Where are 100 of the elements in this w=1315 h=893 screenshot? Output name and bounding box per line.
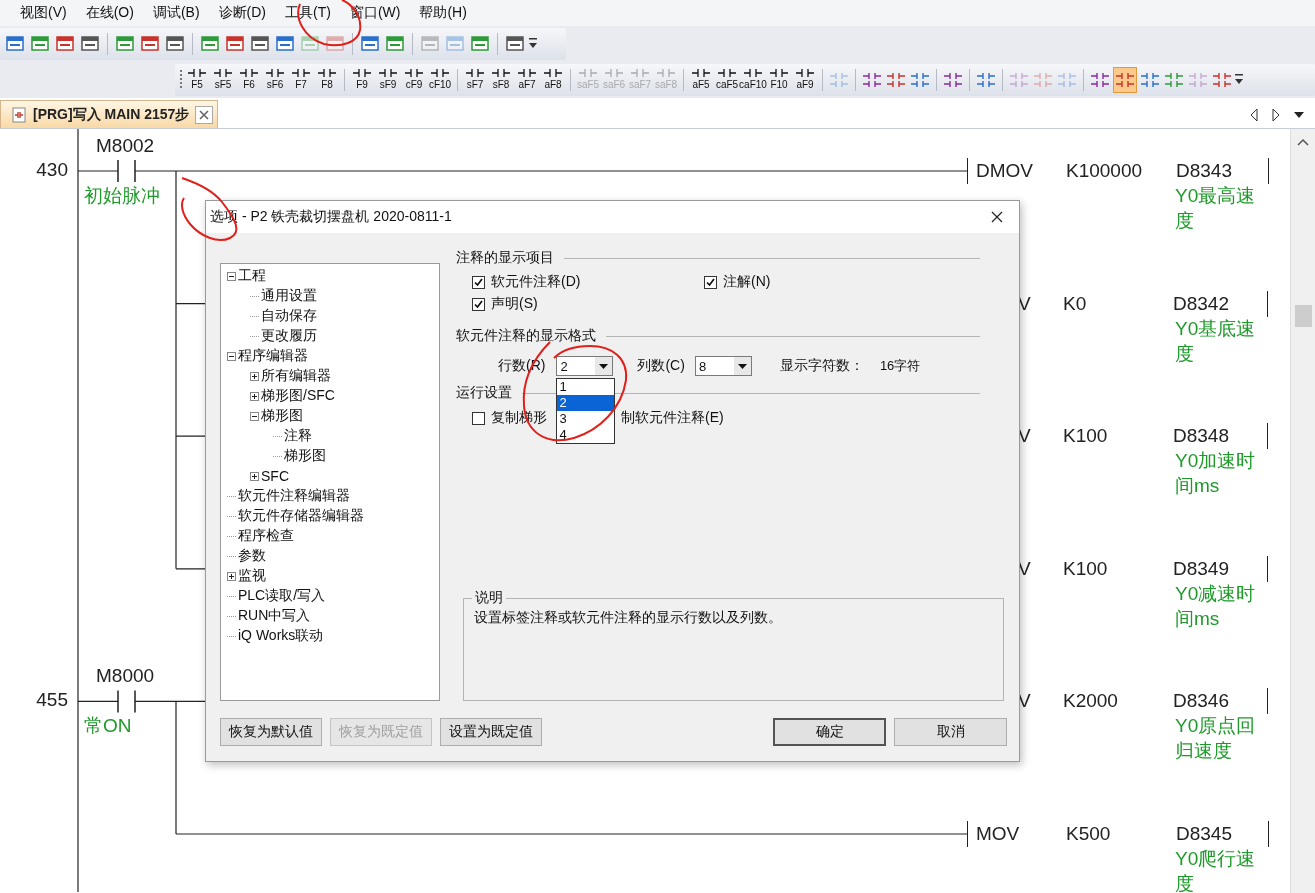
contact-symbol-icon: [605, 68, 623, 78]
window-icon: [200, 35, 220, 53]
collapse-icon[interactable]: [227, 271, 236, 281]
dropdown-option[interactable]: 2: [557, 395, 615, 411]
checkbox[interactable]: [472, 297, 485, 311]
dialog-button[interactable]: 确定: [773, 718, 886, 746]
checkbox[interactable]: [472, 411, 485, 425]
tree-item[interactable]: 软元件存储器编辑器: [238, 507, 364, 525]
tree-item[interactable]: PLC读取/写入: [238, 587, 326, 605]
dialog-button[interactable]: 恢复为默认值: [220, 718, 322, 746]
ladder-key-button[interactable]: F9: [350, 66, 374, 94]
checkbox-label[interactable]: 制软元件注释(E): [621, 409, 724, 427]
close-icon: [991, 211, 1003, 223]
operand: D8345: [1176, 823, 1232, 845]
ladder-icon: [1009, 71, 1029, 89]
tree-item[interactable]: 梯形图: [261, 407, 303, 425]
dropdown-option[interactable]: 4: [557, 427, 615, 443]
ladder-key-button[interactable]: F5: [185, 66, 209, 94]
group-heading: 运行设置: [456, 384, 512, 402]
ladder-key-button[interactable]: aF8: [541, 66, 565, 94]
tree-item[interactable]: 参数: [238, 547, 266, 565]
tree-item[interactable]: 程序检查: [238, 527, 294, 545]
device-comment: 初始脉冲: [84, 184, 160, 208]
step-number: 430: [35, 159, 68, 181]
checkbox-label[interactable]: 软元件注释(D): [491, 273, 581, 291]
tree-item[interactable]: RUN中写入: [238, 607, 311, 625]
dropdown-field[interactable]: 8: [694, 356, 752, 376]
ladder-key-button[interactable]: caF10: [741, 66, 765, 94]
tree-item[interactable]: 工程: [238, 267, 266, 285]
ladder-key-button[interactable]: aF5: [689, 66, 713, 94]
collapse-icon[interactable]: [250, 411, 259, 421]
operand: K100000: [1066, 160, 1144, 182]
contact-symbol-icon: [431, 68, 449, 78]
tree-item[interactable]: 程序编辑器: [238, 347, 308, 365]
ladder-icon: [910, 71, 930, 89]
scrollbar[interactable]: [1290, 129, 1315, 893]
tree-item[interactable]: 注释: [284, 427, 312, 445]
caret-icon: [595, 357, 613, 375]
window-icon: [55, 35, 75, 53]
window-icon: [445, 35, 465, 53]
expand-icon[interactable]: [250, 371, 259, 381]
ladder-key-button[interactable]: sF6: [263, 66, 287, 94]
contact-symbol-icon: [266, 68, 284, 78]
document-tab[interactable]: [PRG]写入 MAIN 2157步: [0, 100, 219, 128]
close-icon: [195, 105, 214, 124]
tree-item[interactable]: 所有编辑器: [261, 367, 331, 385]
dialog-button[interactable]: 取消: [894, 718, 1007, 746]
ladder-icon: [943, 71, 963, 89]
operand: D8348: [1173, 425, 1229, 448]
contact-symbol-icon: [692, 68, 710, 78]
tree-item[interactable]: 更改履历: [261, 327, 317, 345]
collapse-icon[interactable]: [227, 351, 236, 361]
tree-item[interactable]: SFC: [261, 468, 289, 484]
ladder-key-button[interactable]: F6: [237, 66, 261, 94]
operand: K0: [1063, 292, 1088, 315]
ladder-key-button[interactable]: aF7: [515, 66, 539, 94]
dropdown-option[interactable]: 1: [557, 379, 615, 395]
ladder-key-button[interactable]: aF9: [793, 66, 817, 94]
menu-item[interactable]: 诊断(D): [218, 3, 266, 23]
ladder-key-button[interactable]: caF5: [715, 66, 739, 94]
scroll-thumb[interactable]: [1294, 305, 1312, 327]
ladder-key-button[interactable]: F10: [767, 66, 791, 94]
window-icon: [140, 35, 160, 53]
expand-icon[interactable]: [227, 571, 236, 581]
ladder-key-button[interactable]: cF9: [402, 66, 426, 94]
operand: D8349: [1173, 557, 1229, 580]
checkbox[interactable]: [472, 275, 485, 289]
tree-item[interactable]: 梯形图: [284, 447, 326, 465]
operand: D8346: [1173, 690, 1229, 713]
menu-item[interactable]: 调试(B): [152, 3, 200, 23]
checkbox-label[interactable]: 声明(S): [491, 295, 538, 313]
tree-item[interactable]: 软元件注释编辑器: [238, 487, 350, 505]
ladder-key-button[interactable]: sF5: [211, 66, 235, 94]
ladder-key-button[interactable]: cF10: [428, 66, 452, 94]
menu-item[interactable]: 在线(O): [85, 3, 134, 23]
contact-symbol-icon: [292, 68, 310, 78]
menu-item[interactable]: 帮助(H): [419, 3, 467, 23]
tree-item[interactable]: 自动保存: [261, 307, 317, 325]
tree-item[interactable]: 梯形图/SFC: [261, 387, 335, 405]
tree-item[interactable]: 监视: [238, 567, 266, 585]
expand-icon[interactable]: [250, 471, 259, 481]
checkbox-label[interactable]: 注解(N): [723, 273, 771, 291]
tree-item[interactable]: 通用设置: [261, 287, 317, 305]
dialog-button[interactable]: 设置为既定值: [440, 718, 542, 746]
tree-item[interactable]: iQ Works联动: [238, 627, 324, 645]
ladder-key-button[interactable]: F8: [315, 66, 339, 94]
ladder-key-button[interactable]: sF9: [376, 66, 400, 94]
contact-symbol-icon: [240, 68, 258, 78]
ladder-key-button[interactable]: sF8: [489, 66, 513, 94]
window-icon: [225, 35, 245, 53]
ladder-key-button[interactable]: sF7: [463, 66, 487, 94]
ladder-icon: [862, 71, 882, 89]
ladder-icon: [829, 71, 849, 89]
dropdown-option[interactable]: 3: [557, 411, 615, 427]
menu-item[interactable]: 视图(V): [20, 3, 67, 23]
ladder-key-button[interactable]: F7: [289, 66, 313, 94]
window-icon: [420, 35, 440, 53]
checkbox[interactable]: [704, 275, 717, 289]
expand-icon[interactable]: [250, 391, 259, 401]
contact-device: M8002: [96, 135, 155, 157]
